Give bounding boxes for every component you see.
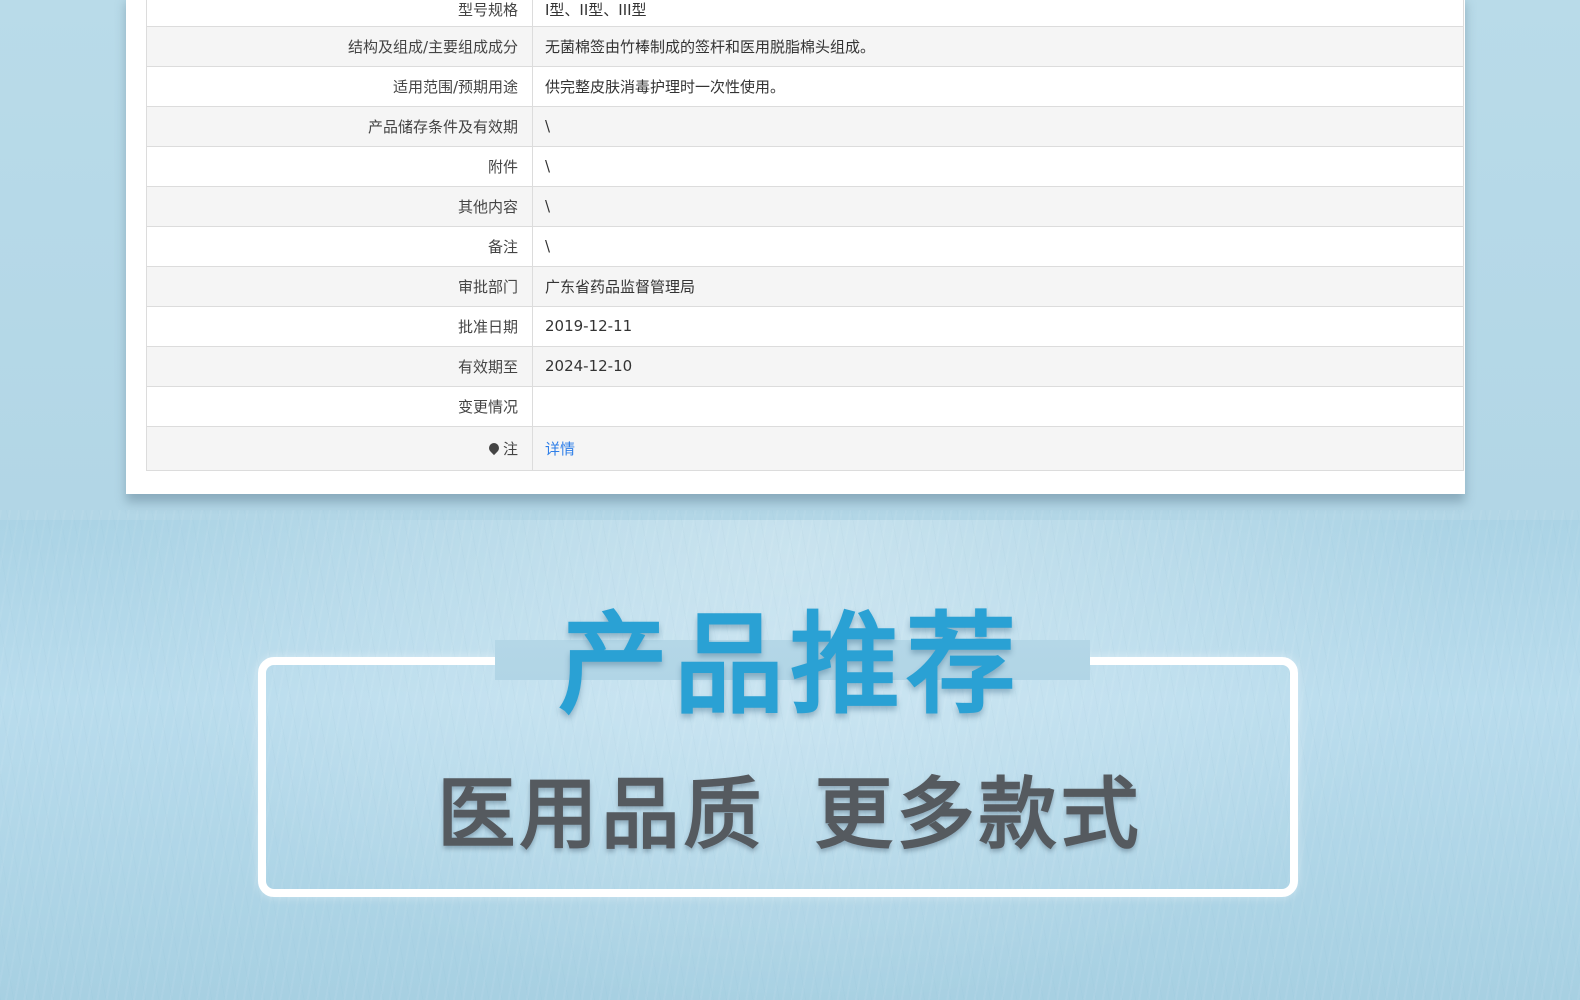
row-label-structure: 结构及组成/主要组成成分 (146, 26, 533, 67)
table-row: 审批部门 广东省药品监督管理局 (146, 266, 1464, 307)
table-row: 结构及组成/主要组成成分 无菌棉签由竹棒制成的签杆和医用脱脂棉头组成。 (146, 26, 1464, 67)
table-row: 备注 \ (146, 226, 1464, 267)
row-label-changes: 变更情况 (146, 386, 533, 427)
details-link[interactable]: 详情 (545, 440, 575, 458)
row-value-storage: \ (532, 106, 1464, 147)
row-value-changes (532, 386, 1464, 427)
registration-info-card: 型号规格 I型、II型、III型 结构及组成/主要组成成分 无菌棉签由竹棒制成的… (126, 0, 1465, 494)
table-row: 其他内容 \ (146, 186, 1464, 227)
row-value-valid-until: 2024-12-10 (532, 346, 1464, 387)
row-label-usage: 适用范围/预期用途 (146, 66, 533, 107)
row-value-approval-date: 2019-12-11 (532, 306, 1464, 347)
row-value-usage: 供完整皮肤消毒护理时一次性使用。 (532, 66, 1464, 107)
row-label-note: 注 (146, 426, 533, 471)
note-label-text: 注 (502, 439, 518, 458)
row-value-remark: \ (532, 226, 1464, 267)
row-label-remark: 备注 (146, 226, 533, 267)
row-label-valid-until: 有效期至 (146, 346, 533, 387)
row-label-other: 其他内容 (146, 186, 533, 227)
row-value-other: \ (532, 186, 1464, 227)
table-row: 附件 \ (146, 146, 1464, 187)
row-label-approval-date: 批准日期 (146, 306, 533, 347)
row-value-department: 广东省药品监督管理局 (532, 266, 1464, 307)
promo-title: 产品推荐 (558, 601, 1022, 729)
promo-subtitle: 医用品质 更多款式 (437, 770, 1143, 860)
row-value-model: I型、II型、III型 (532, 0, 1464, 27)
table-row: 变更情况 (146, 386, 1464, 427)
row-label-attachment: 附件 (146, 146, 533, 187)
row-value-structure: 无菌棉签由竹棒制成的签杆和医用脱脂棉头组成。 (532, 26, 1464, 67)
registration-info-table: 型号规格 I型、II型、III型 结构及组成/主要组成成分 无菌棉签由竹棒制成的… (146, 0, 1464, 471)
table-row: 适用范围/预期用途 供完整皮肤消毒护理时一次性使用。 (146, 66, 1464, 107)
row-label-department: 审批部门 (146, 266, 533, 307)
row-label-storage: 产品储存条件及有效期 (146, 106, 533, 147)
table-row: 产品储存条件及有效期 \ (146, 106, 1464, 147)
row-value-attachment: \ (532, 146, 1464, 187)
table-row: 有效期至 2024-12-10 (146, 346, 1464, 387)
table-row: 型号规格 I型、II型、III型 (146, 0, 1464, 27)
row-value-note: 详情 (532, 426, 1464, 471)
row-label-model: 型号规格 (146, 0, 533, 27)
map-pin-icon (486, 440, 502, 455)
table-row: 注 详情 (146, 426, 1464, 471)
table-row: 批准日期 2019-12-11 (146, 306, 1464, 347)
